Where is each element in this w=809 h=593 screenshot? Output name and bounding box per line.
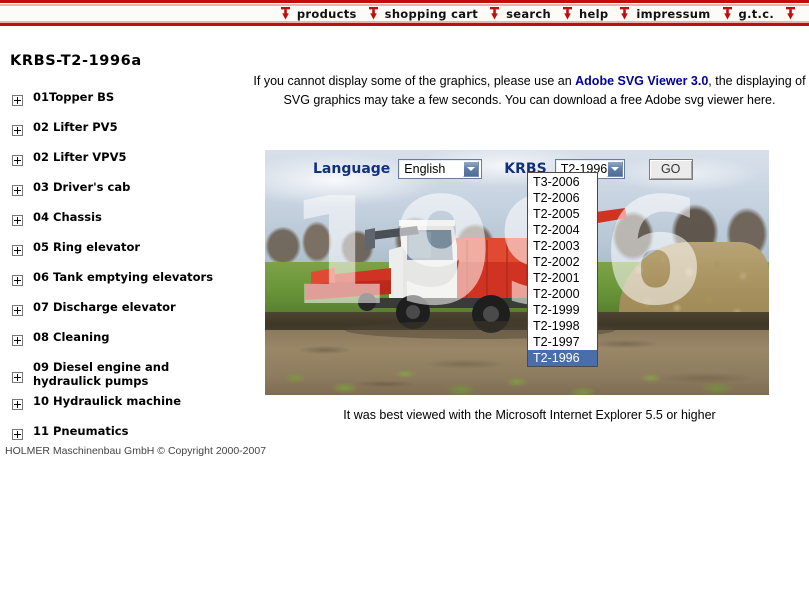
- expand-plus-icon[interactable]: [12, 399, 23, 410]
- sidebar-item-10-hydraulick-machine[interactable]: 10 Hydraulick machine: [0, 394, 250, 424]
- sidebar-item-label: 06 Tank emptying elevators: [33, 270, 214, 284]
- sidebar-item-label: 01Topper BS: [33, 90, 115, 104]
- nav-item-impressum[interactable]: impressum: [620, 7, 716, 21]
- krbs-option[interactable]: T2-2001: [528, 270, 597, 286]
- chevron-down-icon[interactable]: [463, 161, 480, 177]
- nav-label: help: [578, 6, 609, 21]
- expand-plus-icon[interactable]: [12, 95, 23, 106]
- sidebar-item-05-ring-elevator[interactable]: 05 Ring elevator: [0, 240, 250, 270]
- nav-item-help[interactable]: help: [562, 6, 614, 21]
- sidebar-item-02-lifter-vpv5[interactable]: 02 Lifter VPV5: [0, 150, 250, 180]
- krbs-option-selected[interactable]: T2-1996: [528, 350, 597, 366]
- sidebar-item-label: 05 Ring elevator: [33, 240, 141, 254]
- krbs-option[interactable]: T2-2005: [528, 206, 597, 222]
- sidebar-item-01-topper-bs[interactable]: 01Topper BS: [0, 90, 250, 120]
- expand-plus-icon[interactable]: [12, 125, 23, 136]
- krbs-option[interactable]: T2-1999: [528, 302, 597, 318]
- nav-item-products[interactable]: products: [280, 6, 363, 21]
- krbs-option[interactable]: T2-2000: [528, 286, 597, 302]
- krbs-option[interactable]: T2-2004: [528, 222, 597, 238]
- nav-label: g.t.c.: [738, 6, 774, 21]
- expand-plus-icon[interactable]: [12, 372, 23, 383]
- expand-plus-icon[interactable]: [12, 335, 23, 346]
- krbs-option[interactable]: T2-2002: [528, 254, 597, 270]
- nav-item-gtc[interactable]: g.t.c.: [722, 6, 780, 21]
- sidebar-item-label: 08 Cleaning: [33, 330, 110, 344]
- krbs-dropdown-list[interactable]: T3-2006 T2-2006 T2-2005 T2-2004 T2-2003 …: [527, 172, 598, 367]
- sidebar-item-09-diesel-engine-and-hydraulick-pumps[interactable]: 09 Diesel engine and hydraulick pumps: [0, 360, 250, 394]
- sidebar-item-label: 09 Diesel engine and hydraulick pumps: [33, 360, 170, 388]
- sidebar-item-04-chassis[interactable]: 04 Chassis: [0, 210, 250, 240]
- sidebar-item-03-drivers-cab[interactable]: 03 Driver's cab: [0, 180, 250, 210]
- sidebar-item-07-discharge-elevator[interactable]: 07 Discharge elevator: [0, 300, 250, 330]
- sidebar-item-label: 02 Lifter VPV5: [33, 150, 127, 164]
- chevron-down-icon[interactable]: [607, 161, 624, 177]
- krbs-option[interactable]: T2-2006: [528, 190, 597, 206]
- selection-form: Language English KRBS T2-1996 GO: [265, 150, 769, 188]
- go-button[interactable]: GO: [648, 158, 693, 180]
- pin-down-icon: [368, 7, 378, 20]
- sidebar-item-08-cleaning[interactable]: 08 Cleaning: [0, 330, 250, 360]
- nav-label: shopping cart: [384, 6, 479, 21]
- nav-label: search: [506, 6, 551, 21]
- sidebar-tree: 01Topper BS 02 Lifter PV5 02 Lifter VPV5…: [0, 90, 250, 454]
- sidebar-item-06-tank-emptying-elevators[interactable]: 06 Tank emptying elevators: [0, 270, 250, 300]
- notice-text-part1: If you cannot display some of the graphi…: [253, 74, 576, 88]
- nav-label: products: [296, 6, 357, 21]
- nav-item-search[interactable]: search: [490, 7, 557, 21]
- page-title: KRBS-T2-1996a: [10, 53, 142, 69]
- svg-viewer-notice: If you cannot display some of the graphi…: [250, 72, 809, 110]
- language-label: Language: [313, 161, 391, 177]
- adobe-svg-viewer-link[interactable]: Adobe SVG Viewer 3.0: [575, 74, 708, 88]
- nav-label: impressum: [636, 6, 711, 21]
- expand-plus-icon[interactable]: [12, 305, 23, 316]
- sidebar-item-label: 10 Hydraulick machine: [33, 394, 182, 408]
- sidebar-item-label: 04 Chassis: [33, 210, 102, 224]
- main-content: If you cannot display some of the graphi…: [250, 28, 809, 593]
- banner-sprouts: [265, 348, 769, 395]
- top-navigation-bar: products shopping cart search help impre…: [0, 0, 809, 28]
- krbs-option[interactable]: T3-2006: [528, 174, 597, 190]
- sidebar-item-label: 03 Driver's cab: [33, 180, 131, 194]
- pin-down-icon: [562, 7, 572, 20]
- sidebar-item-02-lifter-pv5[interactable]: 02 Lifter PV5: [0, 120, 250, 150]
- nav-items-strip: products shopping cart search help impre…: [0, 6, 809, 21]
- sidebar: KRBS-T2-1996a 01Topper BS 02 Lifter PV5 …: [0, 28, 266, 593]
- expand-plus-icon[interactable]: [12, 245, 23, 256]
- nav-rule-top: [0, 0, 809, 3]
- banner-image: 1996 Language English KRBS T2-1996 GO T3…: [265, 150, 769, 395]
- pin-down-icon: [620, 7, 630, 20]
- sidebar-item-label: 11 Pneumatics: [33, 424, 129, 438]
- pin-down-icon: [722, 7, 732, 20]
- pin-down-icon: [280, 7, 290, 20]
- expand-plus-icon[interactable]: [12, 275, 23, 286]
- copyright-notice: HOLMER Maschinenbau GmbH © Copyright 200…: [5, 445, 267, 457]
- pin-down-icon: [490, 7, 500, 20]
- krbs-option[interactable]: T2-2003: [528, 238, 597, 254]
- sidebar-item-label: 07 Discharge elevator: [33, 300, 176, 314]
- krbs-option[interactable]: T2-1997: [528, 334, 597, 350]
- expand-plus-icon[interactable]: [12, 155, 23, 166]
- expand-plus-icon[interactable]: [12, 185, 23, 196]
- expand-plus-icon[interactable]: [12, 429, 23, 440]
- sidebar-item-label: 02 Lifter PV5: [33, 120, 118, 134]
- browser-compatibility-notice: It was best viewed with the Microsoft In…: [343, 408, 716, 422]
- language-select-value: English: [404, 162, 446, 176]
- language-select[interactable]: English: [398, 159, 483, 179]
- nav-item-shopping-cart[interactable]: shopping cart: [368, 6, 484, 21]
- pin-down-icon: [786, 7, 795, 20]
- krbs-option[interactable]: T2-1998: [528, 318, 597, 334]
- expand-plus-icon[interactable]: [12, 215, 23, 226]
